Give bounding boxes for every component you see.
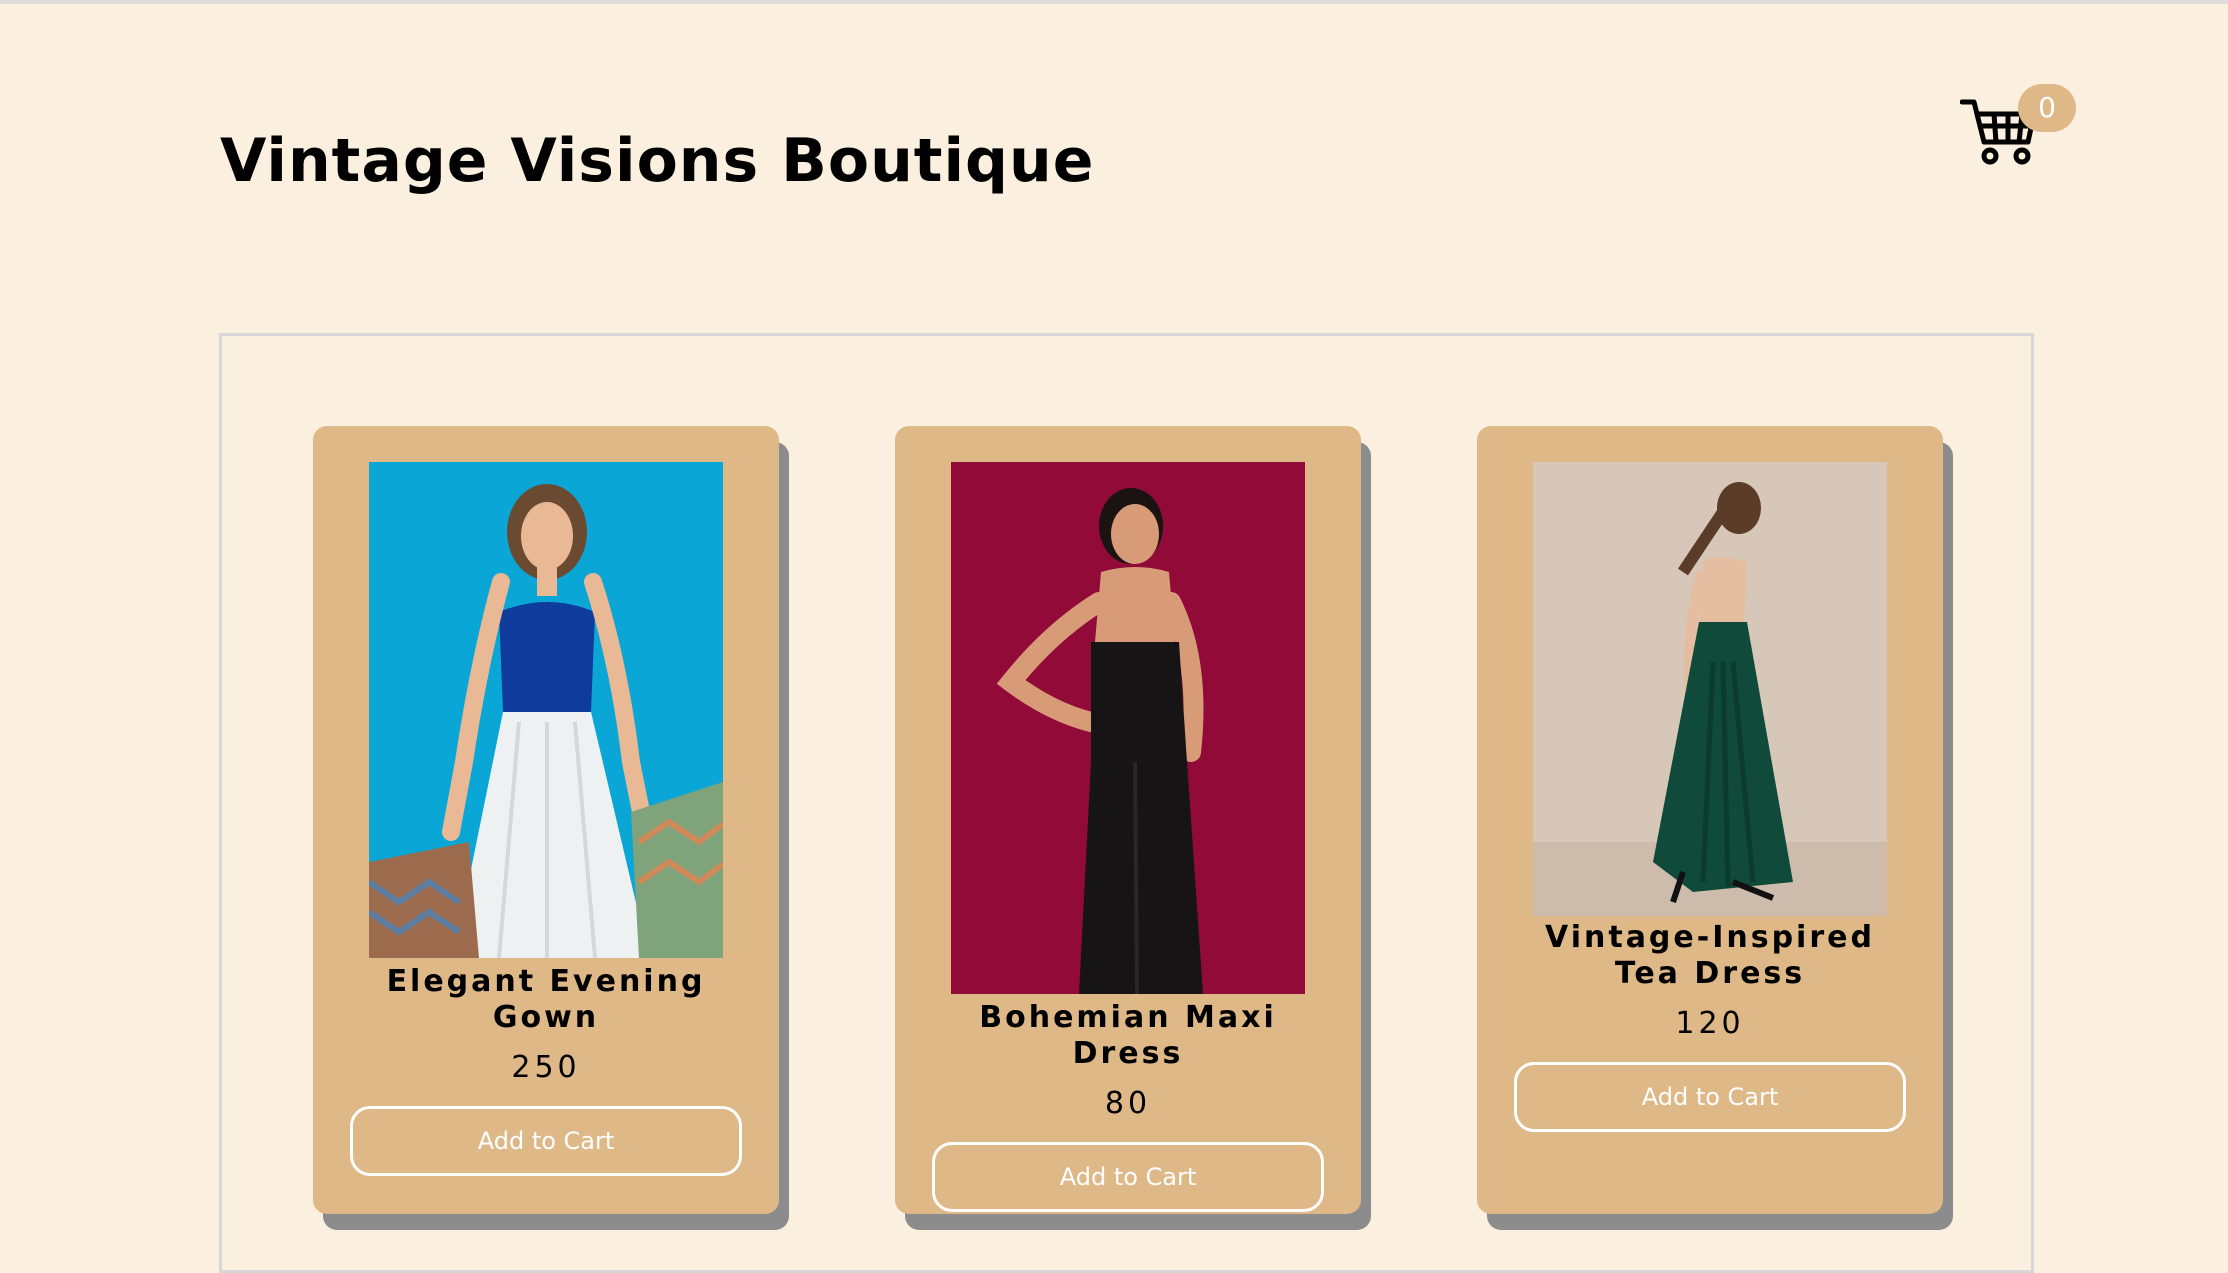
product-image: [1533, 462, 1887, 916]
product-price: 250: [511, 1050, 581, 1085]
product-name: Elegant Evening Gown: [386, 964, 706, 1035]
add-to-cart-button[interactable]: Add to Cart: [350, 1106, 742, 1176]
product-image: [951, 462, 1305, 994]
add-to-cart-button[interactable]: Add to Cart: [932, 1142, 1324, 1212]
product-price: 120: [1675, 1006, 1745, 1041]
product-card: Bohemian Maxi Dress 80 Add to Cart: [895, 426, 1361, 1214]
add-to-cart-button[interactable]: Add to Cart: [1514, 1062, 1906, 1132]
cart-button[interactable]: 0: [1960, 84, 2076, 174]
page-title: Vintage Visions Boutique: [220, 126, 1095, 196]
product-price: 80: [1104, 1086, 1152, 1121]
product-card: Elegant Evening Gown 250 Add to Cart: [313, 426, 779, 1214]
product-name: Bohemian Maxi Dress: [979, 1000, 1277, 1071]
top-divider: [0, 0, 2228, 4]
product-card: Vintage-Inspired Tea Dress 120 Add to Ca…: [1477, 426, 1943, 1214]
cart-count-badge: 0: [2018, 84, 2076, 132]
product-name: Vintage-Inspired Tea Dress: [1545, 920, 1875, 991]
product-image: [369, 462, 723, 958]
